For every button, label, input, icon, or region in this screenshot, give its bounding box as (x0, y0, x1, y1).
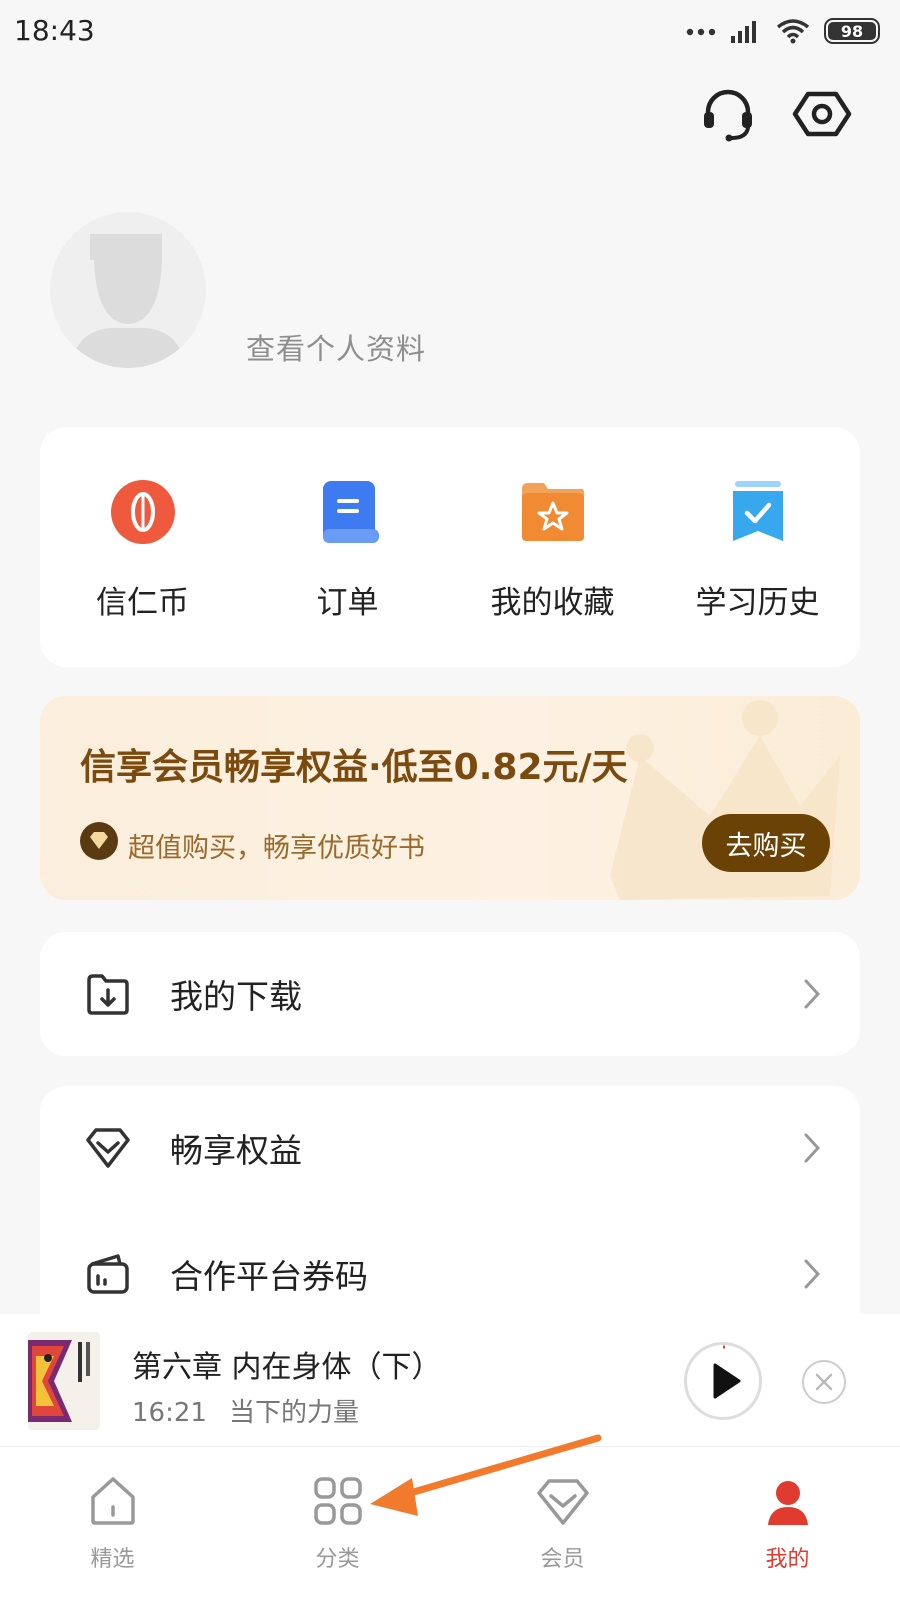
close-icon (815, 1373, 833, 1391)
menu-item-download[interactable]: 我的下载 (40, 932, 860, 1056)
vip-title: 信享会员畅享权益·低至0.82元/天 (80, 747, 628, 788)
quick-action-orders[interactable]: 订单 (245, 427, 450, 667)
chevron-right-icon (804, 979, 821, 1009)
wallet-icon (87, 1254, 129, 1294)
signal-icon (731, 21, 756, 43)
wifi-icon (776, 19, 810, 44)
coin-icon (110, 480, 175, 544)
vip-badge-icon (80, 822, 118, 860)
download-folder-icon (87, 974, 129, 1015)
menu-label: 我的下载 (170, 977, 302, 1016)
profile-icon (767, 1481, 808, 1525)
history-icon (732, 481, 783, 541)
book-title: 当下的力量 (228, 1398, 359, 1428)
buy-vip-button[interactable]: 去购买 (702, 814, 830, 872)
quick-action-history[interactable]: 学习历史 (655, 427, 860, 667)
quick-action-favorites[interactable]: 我的收藏 (450, 427, 655, 667)
menu-label: 畅享权益 (170, 1131, 302, 1170)
order-icon (322, 481, 379, 543)
category-icon (313, 1477, 362, 1525)
vip-subtitle: 超值购买，畅享优质好书 (128, 833, 425, 864)
track-meta: 16:21 当下的力量 (132, 1392, 381, 1429)
default-avatar-icon (70, 234, 186, 368)
nav-label: 会员 (540, 1547, 585, 1572)
customer-service-button[interactable] (698, 84, 758, 144)
rights-card: 畅享权益 合作平台券码 (40, 1086, 860, 1346)
close-player-button[interactable] (802, 1360, 846, 1404)
annotation-arrow-icon (370, 1434, 602, 1516)
battery-icon: 98 (824, 18, 880, 44)
status-time: 18:43 (14, 14, 95, 47)
status-indicators: 98 (686, 16, 880, 46)
chevron-right-icon (804, 1259, 821, 1289)
download-card: 我的下载 (40, 932, 860, 1056)
quick-action-label: 订单 (316, 585, 379, 621)
status-bar: 18:43 98 (0, 0, 900, 60)
play-icon (713, 1345, 741, 1399)
vip-banner[interactable]: 信享会员畅享权益·低至0.82元/天 超值购买，畅享优质好书 去购买 (40, 696, 860, 900)
more-dots-icon (686, 28, 716, 36)
settings-button[interactable] (792, 84, 852, 144)
menu-item-rights[interactable]: 畅享权益 (40, 1086, 860, 1210)
favorites-icon (521, 483, 584, 541)
menu-label: 合作平台券码 (170, 1257, 368, 1296)
play-button[interactable] (684, 1342, 762, 1420)
mini-player[interactable]: 第六章 内在身体（下） 16:21 当下的力量 (0, 1314, 900, 1446)
quick-action-label: 信仁币 (96, 585, 189, 621)
home-icon (90, 1477, 135, 1525)
quick-action-label: 我的收藏 (490, 585, 615, 621)
settings-icon (792, 91, 852, 137)
quick-action-coins[interactable]: 信仁币 (40, 427, 245, 667)
book-cover-image (28, 1332, 100, 1430)
nav-label: 精选 (90, 1547, 135, 1572)
quick-action-label: 学习历史 (695, 585, 820, 621)
view-profile-link[interactable]: 查看个人资料 (246, 326, 426, 368)
diamond-icon (86, 1128, 130, 1168)
track-title: 第六章 内在身体（下） (132, 1350, 442, 1385)
headset-icon (704, 89, 752, 142)
quick-actions-card: 信仁币 订单 我的收藏 学习历史 (40, 427, 860, 667)
chevron-right-icon (804, 1133, 821, 1163)
nav-label: 我的 (765, 1547, 810, 1572)
nav-item-featured[interactable]: 精选 (0, 1447, 225, 1600)
book-cover[interactable] (28, 1332, 100, 1430)
track-time: 16:21 (132, 1398, 207, 1428)
battery-level: 98 (828, 22, 876, 41)
avatar[interactable] (50, 212, 206, 368)
nav-item-profile[interactable]: 我的 (675, 1447, 900, 1600)
nav-label: 分类 (315, 1547, 360, 1572)
